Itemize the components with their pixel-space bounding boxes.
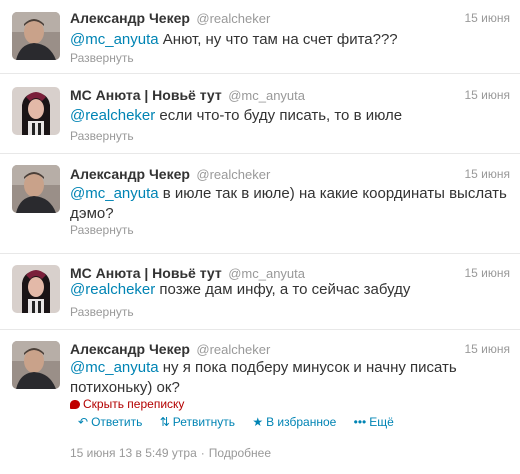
author-name[interactable]: MC Анюта | Новьё тут xyxy=(70,265,222,281)
tweet-footer: 15 июня 13 в 5:49 утра · Подробнее xyxy=(70,446,271,460)
more-label: Ещё xyxy=(369,415,394,429)
tweet-time[interactable]: 15 июня xyxy=(464,88,510,102)
tweet[interactable]: Александр Чекер @realcheker 15 июня @mc_… xyxy=(0,154,520,254)
mention-link[interactable]: @realcheker xyxy=(70,107,155,124)
tweet-body: Анют, ну что там на счет фита??? xyxy=(158,31,398,48)
favorite-button[interactable]: ★ В избранное xyxy=(252,415,336,429)
retweet-label: Ретвитнуть xyxy=(172,415,235,429)
tweet-body: если что-то буду писать, то в июле xyxy=(155,107,403,124)
reply-icon: ↶ xyxy=(78,415,89,429)
separator: · xyxy=(200,446,205,460)
author-handle[interactable]: @realcheker xyxy=(196,11,270,26)
author-name[interactable]: Александр Чекер xyxy=(70,10,190,26)
reply-button[interactable]: ↶ Ответить xyxy=(78,415,142,429)
tweet-time[interactable]: 15 июня xyxy=(464,266,510,280)
avatar[interactable] xyxy=(12,341,60,389)
hide-conversation-label: Скрыть переписку xyxy=(83,397,185,411)
retweet-button[interactable]: ⇅ Ретвитнуть xyxy=(160,415,235,429)
tweet-header: Александр Чекер @realcheker 15 июня xyxy=(70,341,510,359)
tweet-text: @mc_anyuta ну я пока подберу минусок и н… xyxy=(70,358,510,398)
tweet-header: MC Анюта | Новьё тут @mc_anyuta 15 июня xyxy=(70,87,510,105)
tweet[interactable]: MC Анюта | Новьё тут @mc_anyuta 15 июня … xyxy=(0,254,520,330)
expand-link[interactable]: Развернуть xyxy=(70,305,134,319)
tweet[interactable]: MC Анюта | Новьё тут @mc_anyuta 15 июня … xyxy=(0,74,520,154)
mention-link[interactable]: @mc_anyuta xyxy=(70,185,159,202)
mention-link[interactable]: @mc_anyuta xyxy=(70,359,159,376)
favorite-label: В избранное xyxy=(266,415,337,429)
more-icon: ••• xyxy=(353,415,367,429)
author-handle[interactable]: @realcheker xyxy=(196,342,270,357)
tweet-actions: ↶ Ответить ⇅ Ретвитнуть ★ В избранное ••• Ещ… xyxy=(78,415,408,429)
tweet-time[interactable]: 15 июня xyxy=(464,342,510,356)
expand-link[interactable]: Развернуть xyxy=(70,223,134,237)
author-handle[interactable]: @mc_anyuta xyxy=(228,266,305,281)
mention-link[interactable]: @mc_anyuta xyxy=(70,31,159,48)
reply-label: Ответить xyxy=(91,415,143,429)
author-handle[interactable]: @mc_anyuta xyxy=(228,88,305,103)
avatar[interactable] xyxy=(12,12,60,60)
tweet-text: @realcheker если что-то буду писать, то … xyxy=(70,106,510,126)
tweet-timestamp[interactable]: 15 июня 13 в 5:49 утра xyxy=(70,446,197,460)
avatar[interactable] xyxy=(12,87,60,135)
tweet-expanded[interactable]: Александр Чекер @realcheker 15 июня @mc_… xyxy=(0,330,520,474)
mention-link[interactable]: @realcheker xyxy=(70,281,155,298)
tweet-header: Александр Чекер @realcheker 15 июня xyxy=(70,10,510,28)
hide-conversation-link[interactable]: Скрыть переписку xyxy=(70,397,184,411)
tweet-body: позже дам инфу, а то сейчас забуду xyxy=(155,281,411,298)
author-name[interactable]: Александр Чекер xyxy=(70,341,190,357)
retweet-icon: ⇅ xyxy=(159,415,170,429)
author-handle[interactable]: @realcheker xyxy=(196,167,270,182)
avatar[interactable] xyxy=(12,165,60,213)
avatar[interactable] xyxy=(12,265,60,313)
tweet-text: @mc_anyuta в июле так в июле) на какие к… xyxy=(70,184,510,224)
favorite-icon: ★ xyxy=(252,415,264,429)
tweet-time[interactable]: 15 июня xyxy=(464,167,510,181)
author-name[interactable]: MC Анюта | Новьё тут xyxy=(70,87,222,103)
tweet-header: Александр Чекер @realcheker 15 июня xyxy=(70,166,510,184)
conversation-feed: Александр Чекер @realcheker 15 июня @mc_… xyxy=(0,0,520,474)
tweet-time[interactable]: 15 июня xyxy=(464,11,510,25)
expand-link[interactable]: Развернуть xyxy=(70,129,134,143)
more-button[interactable]: ••• Ещё xyxy=(354,415,394,429)
expand-link[interactable]: Развернуть xyxy=(70,51,134,65)
tweet-text: @realcheker позже дам инфу, а то сейчас … xyxy=(70,280,510,300)
author-name[interactable]: Александр Чекер xyxy=(70,166,190,182)
tweet-text: @mc_anyuta Анют, ну что там на счет фита… xyxy=(70,30,510,50)
details-link[interactable]: Подробнее xyxy=(209,446,271,460)
tweet[interactable]: Александр Чекер @realcheker 15 июня @mc_… xyxy=(0,0,520,74)
conversation-icon xyxy=(70,400,80,409)
